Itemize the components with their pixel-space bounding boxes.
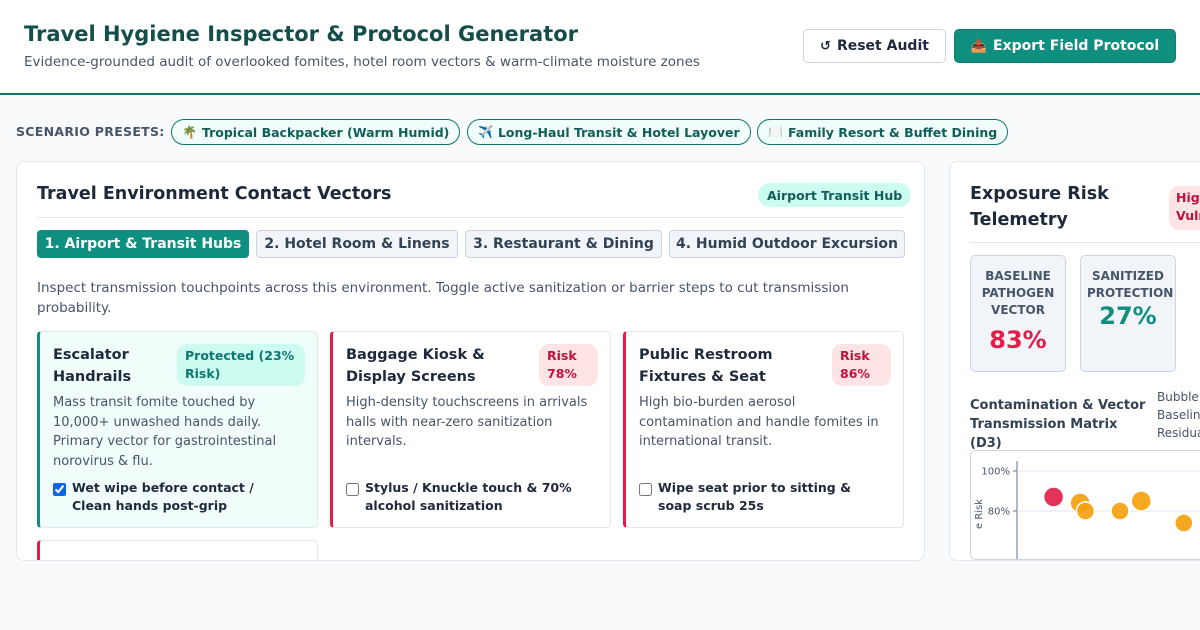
card-description: High bio-burden aerosol contamination an… [639,395,879,449]
y-tick-label: 100% [981,467,1010,478]
environment-badge: Airport Transit Hub [758,183,912,207]
y-axis-label: e Risk [974,499,985,529]
baseline-metric-card: BASELINE PATHOGEN VECTOR 83% [970,255,1066,372]
legend-line: Residua [1157,426,1200,440]
risk-badge: Protected (23% Risk) [177,344,305,386]
preset-label: Tropical Backpacker (Warm Humid) [201,124,450,140]
export-protocol-label: Export Field Protocol [993,38,1160,54]
risk-badge: Risk 78% [539,344,598,386]
sanitization-label: Wet wipe before contact / Clean hands po… [72,480,254,513]
export-icon: 📤 [970,38,988,54]
preset-long-haul-transit[interactable]: ✈️ Long-Haul Transit & Hotel Layover [467,119,751,145]
risk-bubble[interactable] [1130,490,1153,512]
contact-vectors-panel: Travel Environment Contact Vectors Airpo… [16,161,925,561]
divider [970,242,1200,243]
preset-tropical-backpacker[interactable]: 🌴 Tropical Backpacker (Warm Humid) [171,119,461,145]
sanitization-toggle[interactable]: Wipe seat prior to sitting & soap scrub … [639,479,883,515]
y-tick-label: 80% [988,507,1010,518]
reset-audit-button[interactable]: ↺ Reset Audit [803,29,946,63]
card-description: High-density touchscreens in arrivals ha… [346,395,588,449]
sanitization-checkbox[interactable] [346,483,359,496]
sanitization-label: Stylus / Knuckle touch & 70% alcohol san… [365,480,572,513]
metric-label: SANITIZED PROTECTION [1087,269,1174,300]
risk-bubble[interactable] [1110,501,1130,521]
sanitization-checkbox[interactable] [639,483,652,496]
reset-icon: ↺ [820,38,831,54]
reset-audit-label: Reset Audit [836,38,929,54]
app-header: Travel Hygiene Inspector & Protocol Gene… [0,0,1200,95]
page-subtitle: Evidence-grounded audit of overlooked fo… [24,54,700,70]
legend-line: Baselin [1157,408,1200,422]
divider [37,217,904,218]
matrix-legend: Bubble Baselin Residua [1157,388,1200,442]
export-protocol-button[interactable]: 📤 Export Field Protocol [954,29,1176,63]
metric-value: 27% [1099,302,1157,330]
metric-label: BASELINE PATHOGEN VECTOR [981,269,1055,317]
card-description: Mass transit fomite touched by 10,000+ u… [53,395,277,469]
risk-bubble[interactable] [1174,513,1194,533]
vulnerability-badge: High Vuln [1169,186,1200,230]
transmission-matrix-chart: 100% 80% e Risk [970,450,1200,560]
presets-label: SCENARIO PRESETS: [16,124,165,139]
dining-icon: 🍽️ [768,125,783,139]
risk-bubble[interactable] [1075,501,1096,521]
card-title: Escalator Handrails [53,347,132,385]
panel-title: Exposure Risk Telemetry [970,184,1109,230]
legend-line: Bubble [1157,390,1199,404]
sanitization-toggle[interactable]: Stylus / Knuckle touch & 70% alcohol san… [346,479,590,515]
card-title: Baggage Kiosk & Display Screens [346,347,485,385]
tab-restaurant-dining[interactable]: 3. Restaurant & Dining [465,230,662,258]
sanitization-checkbox[interactable] [53,483,66,496]
card-title: Public Restroom Fixtures & Seat [639,347,773,385]
sanitization-label: Wipe seat prior to sitting & soap scrub … [658,480,852,513]
vector-card-baggage-kiosk: Baggage Kiosk & Display Screens Risk 78%… [330,331,611,528]
sanitization-toggle[interactable]: Wet wipe before contact / Clean hands po… [53,479,297,515]
preset-label: Long-Haul Transit & Hotel Layover [497,124,740,140]
airplane-icon: ✈️ [478,125,493,139]
tab-hotel-room[interactable]: 2. Hotel Room & Linens [256,230,458,258]
telemetry-panel: Exposure Risk Telemetry High Vuln BASELI… [949,161,1200,561]
palm-tree-icon: 🌴 [182,125,197,139]
vector-card-restroom: Public Restroom Fixtures & Seat Risk 86%… [623,331,904,528]
page-title: Travel Hygiene Inspector & Protocol Gene… [24,22,579,46]
preset-label: Family Resort & Buffet Dining [787,124,998,140]
sanitized-metric-card: SANITIZED PROTECTION 27% [1080,255,1176,372]
metric-value: 83% [989,326,1047,354]
instructions-text: Inspect transmission touchpoints across … [37,280,849,316]
vector-card-next [37,540,318,560]
preset-family-resort[interactable]: 🍽️ Family Resort & Buffet Dining [757,119,1009,145]
risk-badge: Risk 86% [832,344,891,386]
vector-card-escalator: Escalator Handrails Protected (23% Risk)… [37,331,318,528]
tab-humid-outdoor[interactable]: 4. Humid Outdoor Excursion [669,230,905,258]
tab-airport-transit[interactable]: 1. Airport & Transit Hubs [37,230,249,258]
panel-title: Travel Environment Contact Vectors [37,184,392,204]
matrix-svg: 100% 80%e Risk [974,461,1200,559]
risk-bubble[interactable] [1042,486,1065,508]
matrix-title: Contamination & Vector Transmission Matr… [970,398,1146,451]
